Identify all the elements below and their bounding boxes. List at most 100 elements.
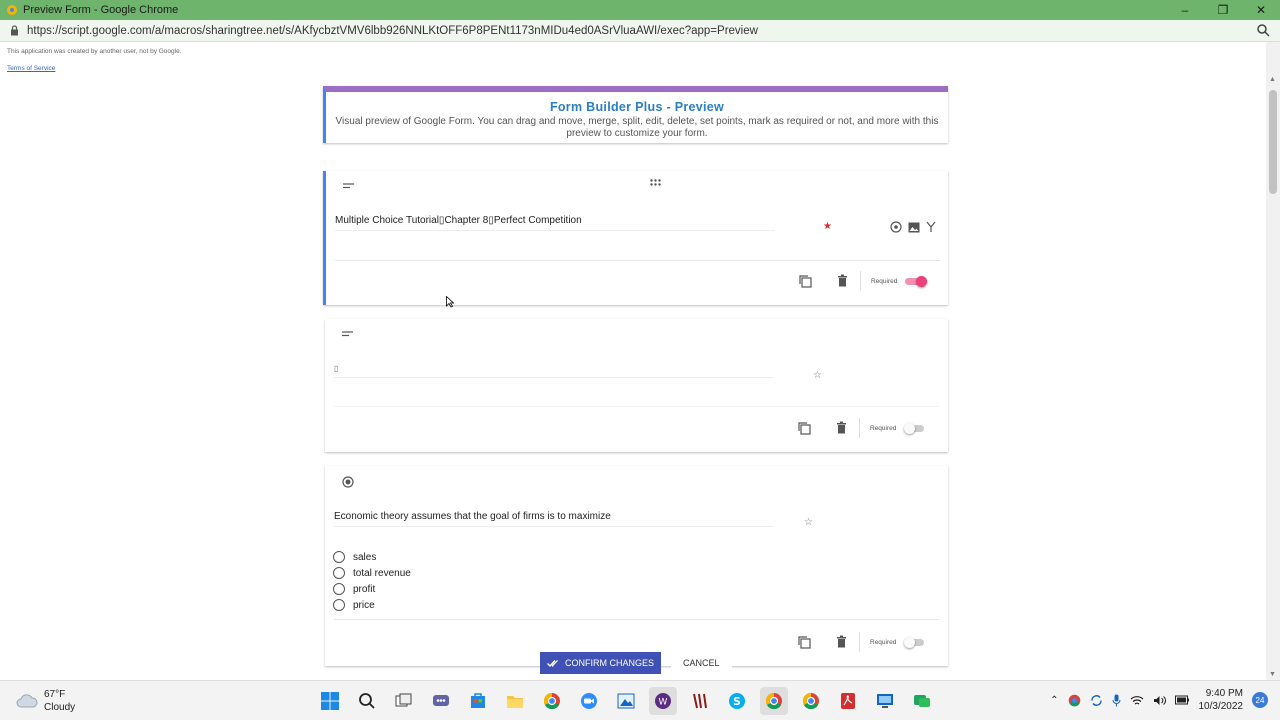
taskbar-apps: W S xyxy=(316,687,936,715)
chevron-up-icon[interactable]: ⌃ xyxy=(1050,695,1058,706)
duplicate-icon[interactable] xyxy=(798,274,812,288)
taskbar: 67°F Cloudy W S ⌃ 9:40 PM 10/3/2022 24 xyxy=(0,680,1280,720)
multiple-choice-type-icon xyxy=(342,476,354,491)
list-item[interactable]: profit xyxy=(333,581,411,597)
form-header-card: Form Builder Plus - Preview Visual previ… xyxy=(323,86,948,143)
file-explorer-icon[interactable] xyxy=(501,687,529,715)
terms-of-service-link[interactable]: Terms of Service xyxy=(7,65,55,72)
list-item[interactable]: price xyxy=(333,597,411,613)
messages-icon[interactable] xyxy=(908,687,936,715)
mouse-cursor-icon xyxy=(446,296,454,308)
teams-chat-icon[interactable] xyxy=(427,687,455,715)
remote-desktop-icon[interactable] xyxy=(871,687,899,715)
list-item[interactable]: sales xyxy=(333,549,411,565)
sync-icon[interactable] xyxy=(1090,694,1103,707)
close-button[interactable]: ✕ xyxy=(1242,0,1280,20)
drag-handle-icon[interactable] xyxy=(650,178,661,188)
question-card[interactable]: Economic theory assumes that the goal of… xyxy=(325,466,948,666)
delete-icon[interactable] xyxy=(836,635,847,648)
winrar-icon[interactable] xyxy=(686,687,714,715)
scrollbar-thumb[interactable] xyxy=(1269,90,1277,194)
question-card[interactable]: Multiple Choice Tutorial▯Chapter 8▯Perfe… xyxy=(323,171,948,305)
window-title-bar: Preview Form - Google Chrome – ❐ ✕ xyxy=(0,0,1280,20)
duplicate-icon[interactable] xyxy=(797,635,811,649)
confirm-changes-button[interactable]: CONFIRM CHANGES xyxy=(540,652,662,674)
restore-button[interactable]: ❐ xyxy=(1204,0,1242,20)
radio-button[interactable] xyxy=(333,551,345,563)
radio-button[interactable] xyxy=(333,567,345,579)
radio-button[interactable] xyxy=(333,599,345,611)
page-scrollbar[interactable]: ▲ ▼ xyxy=(1266,42,1280,680)
minimize-button[interactable]: – xyxy=(1166,0,1204,20)
double-check-icon xyxy=(547,659,558,667)
required-toggle[interactable] xyxy=(904,637,926,648)
clock-time: 9:40 PM xyxy=(1205,688,1243,699)
address-bar: https://script.google.com/a/macros/shari… xyxy=(0,20,1280,42)
chrome-profile-icon[interactable] xyxy=(760,687,788,715)
search-icon[interactable] xyxy=(353,687,381,715)
system-tray: ⌃ 9:40 PM 10/3/2022 24 xyxy=(1050,687,1268,713)
image-icon[interactable] xyxy=(908,222,920,233)
microphone-icon[interactable] xyxy=(1112,694,1121,707)
weather-desc: Cloudy xyxy=(44,702,76,713)
add-option-icon[interactable] xyxy=(890,221,902,233)
scroll-down-arrow-icon[interactable]: ▼ xyxy=(1269,671,1276,678)
footer-separator xyxy=(859,632,860,652)
lock-icon xyxy=(11,25,18,36)
radio-button[interactable] xyxy=(333,583,345,595)
card-divider xyxy=(334,406,939,407)
list-item[interactable]: total revenue xyxy=(333,565,411,581)
microsoft-store-icon[interactable] xyxy=(464,687,492,715)
app-script-icon xyxy=(7,5,17,15)
acrobat-icon[interactable] xyxy=(834,687,862,715)
search-icon[interactable] xyxy=(1257,24,1270,37)
window-controls: – ❐ ✕ xyxy=(1166,0,1280,20)
question-title[interactable]: Economic theory assumes that the goal of… xyxy=(334,511,774,527)
short-answer-type-icon xyxy=(343,181,354,192)
required-label: Required xyxy=(870,639,897,646)
option-label: price xyxy=(353,599,375,611)
weather-widget[interactable]: 67°F Cloudy xyxy=(16,688,75,714)
app-w-icon[interactable]: W xyxy=(649,687,677,715)
required-star-icon: ★ xyxy=(823,221,832,232)
page-title: Form Builder Plus - Preview xyxy=(549,100,725,114)
required-toggle[interactable] xyxy=(905,276,927,287)
question-title[interactable]: Multiple Choice Tutorial▯Chapter 8▯Perfe… xyxy=(335,215,775,231)
chrome-profile-2-icon[interactable] xyxy=(797,687,825,715)
option-label: profit xyxy=(353,583,376,595)
zoom-icon[interactable] xyxy=(575,687,603,715)
chrome-tray-icon[interactable] xyxy=(1068,694,1081,707)
cancel-button[interactable]: CANCEL xyxy=(671,652,732,674)
footer-separator xyxy=(860,271,861,291)
google-notice: This application was created by another … xyxy=(7,48,182,55)
question-card[interactable]: ▯ ☆ Required xyxy=(325,319,948,452)
card-divider xyxy=(334,619,939,620)
snipping-tool-icon[interactable] xyxy=(612,687,640,715)
required-label: Required xyxy=(870,425,897,432)
task-view-icon[interactable] xyxy=(390,687,418,715)
cloud-icon xyxy=(16,694,38,708)
delete-icon[interactable] xyxy=(836,421,847,434)
volume-icon[interactable] xyxy=(1153,695,1166,706)
duplicate-icon[interactable] xyxy=(797,421,811,435)
battery-icon[interactable] xyxy=(1174,695,1190,705)
question-title[interactable]: ▯ xyxy=(334,364,774,378)
url-text[interactable]: https://script.google.com/a/macros/shari… xyxy=(27,25,758,37)
svg-text:S: S xyxy=(733,695,741,708)
required-toggle[interactable] xyxy=(904,423,926,434)
scroll-up-arrow-icon[interactable]: ▲ xyxy=(1269,76,1276,83)
notification-badge[interactable]: 24 xyxy=(1252,692,1268,708)
start-windows-icon[interactable] xyxy=(316,687,344,715)
required-star-icon[interactable]: ☆ xyxy=(813,370,822,381)
short-answer-type-icon xyxy=(342,329,353,340)
skype-icon[interactable]: S xyxy=(723,687,751,715)
delete-icon[interactable] xyxy=(837,274,848,287)
system-clock[interactable]: 9:40 PM 10/3/2022 xyxy=(1199,687,1244,713)
chrome-icon[interactable] xyxy=(538,687,566,715)
option-label: total revenue xyxy=(353,567,411,579)
required-star-icon[interactable]: ☆ xyxy=(804,517,813,528)
split-icon[interactable] xyxy=(926,221,936,233)
page-description: Visual preview of Google Form. You can d… xyxy=(335,116,939,139)
clock-date: 10/3/2022 xyxy=(1198,701,1244,712)
wifi-icon[interactable] xyxy=(1130,695,1144,706)
